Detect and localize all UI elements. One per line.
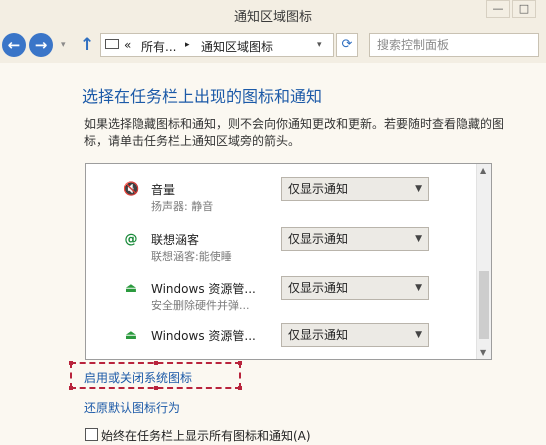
back-arrow-icon[interactable]: ← xyxy=(2,33,26,57)
selection-handle xyxy=(69,361,73,365)
item-name: Windows 资源管... xyxy=(151,282,256,296)
breadcrumb-current[interactable]: 通知区域图标 xyxy=(201,38,273,55)
item-detail: 联想涵客:能使睡 xyxy=(151,250,232,263)
computer-icon xyxy=(105,39,119,49)
turn-system-icons-link[interactable]: 启用或关闭系统图标 xyxy=(84,369,192,386)
scroll-down-icon[interactable]: ▼ xyxy=(480,348,486,357)
up-arrow-icon[interactable]: ↑ xyxy=(80,35,94,55)
behavior-select-value: 仅显示通知 xyxy=(288,182,349,196)
safely-remove-hardware-icon: ⏏ xyxy=(124,281,138,296)
vertical-scrollbar[interactable]: ▲ ▼ xyxy=(476,164,491,359)
refresh-icon[interactable]: ⟳ xyxy=(336,33,358,57)
scrollbar-thumb[interactable] xyxy=(479,271,489,339)
item-name: Windows 资源管... xyxy=(151,329,256,343)
control-panel-window: 通知区域图标 — □ ← → ▾ ↑ « 所有... ▸ 通知区域图标 ▾ ⟳ … xyxy=(0,0,546,445)
search-input[interactable] xyxy=(369,33,539,57)
item-name: 音量 xyxy=(151,183,176,197)
breadcrumb-overflow[interactable]: « xyxy=(124,38,131,52)
list-item: ⏏ Windows 资源管... 仅显示通知 ▼ xyxy=(86,323,476,359)
navigation-bar: ← → ▾ ↑ « 所有... ▸ 通知区域图标 ▾ ⟳ xyxy=(0,29,546,63)
always-show-all-checkbox[interactable] xyxy=(85,428,98,441)
breadcrumb-separator-icon[interactable]: ▸ xyxy=(185,40,190,50)
address-dropdown-icon[interactable]: ▾ xyxy=(317,40,322,50)
restore-default-icons-link[interactable]: 还原默认图标行为 xyxy=(84,399,180,416)
recent-locations-chevron-icon[interactable]: ▾ xyxy=(61,40,66,50)
item-detail: 安全删除硬件并弹... xyxy=(151,299,250,312)
selection-handle xyxy=(238,386,242,390)
title-bar: 通知区域图标 — □ xyxy=(0,0,546,29)
notification-icons-list: 🔇 音量 扬声器: 静音 仅显示通知 ▼ @ 联想涵客 联想涵客:能使睡 仅显示… xyxy=(85,163,492,360)
behavior-select[interactable]: 仅显示通知 ▼ xyxy=(281,276,429,300)
forward-arrow-icon[interactable]: → xyxy=(29,33,53,57)
selection-handle xyxy=(154,386,158,390)
address-bar[interactable]: « 所有... ▸ 通知区域图标 ▾ xyxy=(100,33,334,57)
behavior-select[interactable]: 仅显示通知 ▼ xyxy=(281,177,429,201)
chevron-down-icon: ▼ xyxy=(415,234,422,244)
selection-handle xyxy=(154,361,158,365)
behavior-select-value: 仅显示通知 xyxy=(288,232,349,246)
page-description: 如果选择隐藏图标和通知，则不会向你通知更改和更新。若要随时查看隐藏的图标，请单击… xyxy=(84,117,505,148)
list-item: ⏏ Windows 资源管... 安全删除硬件并弹... 仅显示通知 ▼ xyxy=(86,276,476,323)
chevron-down-icon: ▼ xyxy=(415,184,422,194)
maximize-button[interactable]: □ xyxy=(512,0,536,18)
chevron-down-icon: ▼ xyxy=(415,283,422,293)
behavior-select-value: 仅显示通知 xyxy=(288,328,349,342)
page-title: 选择在任务栏上出现的图标和通知 xyxy=(82,87,323,106)
item-detail: 扬声器: 静音 xyxy=(151,200,214,213)
safely-remove-hardware-icon: ⏏ xyxy=(124,328,138,343)
behavior-select-value: 仅显示通知 xyxy=(288,281,349,295)
list-item: 🔇 音量 扬声器: 静音 仅显示通知 ▼ xyxy=(86,177,476,224)
speaker-muted-icon: 🔇 xyxy=(123,182,140,197)
selection-handle xyxy=(238,361,242,365)
behavior-select[interactable]: 仅显示通知 ▼ xyxy=(281,227,429,251)
lenovo-shield-icon: @ xyxy=(124,232,138,247)
chevron-down-icon: ▼ xyxy=(415,330,422,340)
breadcrumb-all-items[interactable]: 所有... xyxy=(141,38,176,55)
minimize-button[interactable]: — xyxy=(486,0,510,18)
list-item: @ 联想涵客 联想涵客:能使睡 仅显示通知 ▼ xyxy=(86,227,476,274)
behavior-select[interactable]: 仅显示通知 ▼ xyxy=(281,323,429,347)
selection-handle xyxy=(69,386,73,390)
scroll-up-icon[interactable]: ▲ xyxy=(480,166,486,175)
item-name: 联想涵客 xyxy=(151,233,200,247)
window-title: 通知区域图标 xyxy=(233,10,312,25)
always-show-all-label[interactable]: 始终在任务栏上显示所有图标和通知(A) xyxy=(101,427,311,444)
